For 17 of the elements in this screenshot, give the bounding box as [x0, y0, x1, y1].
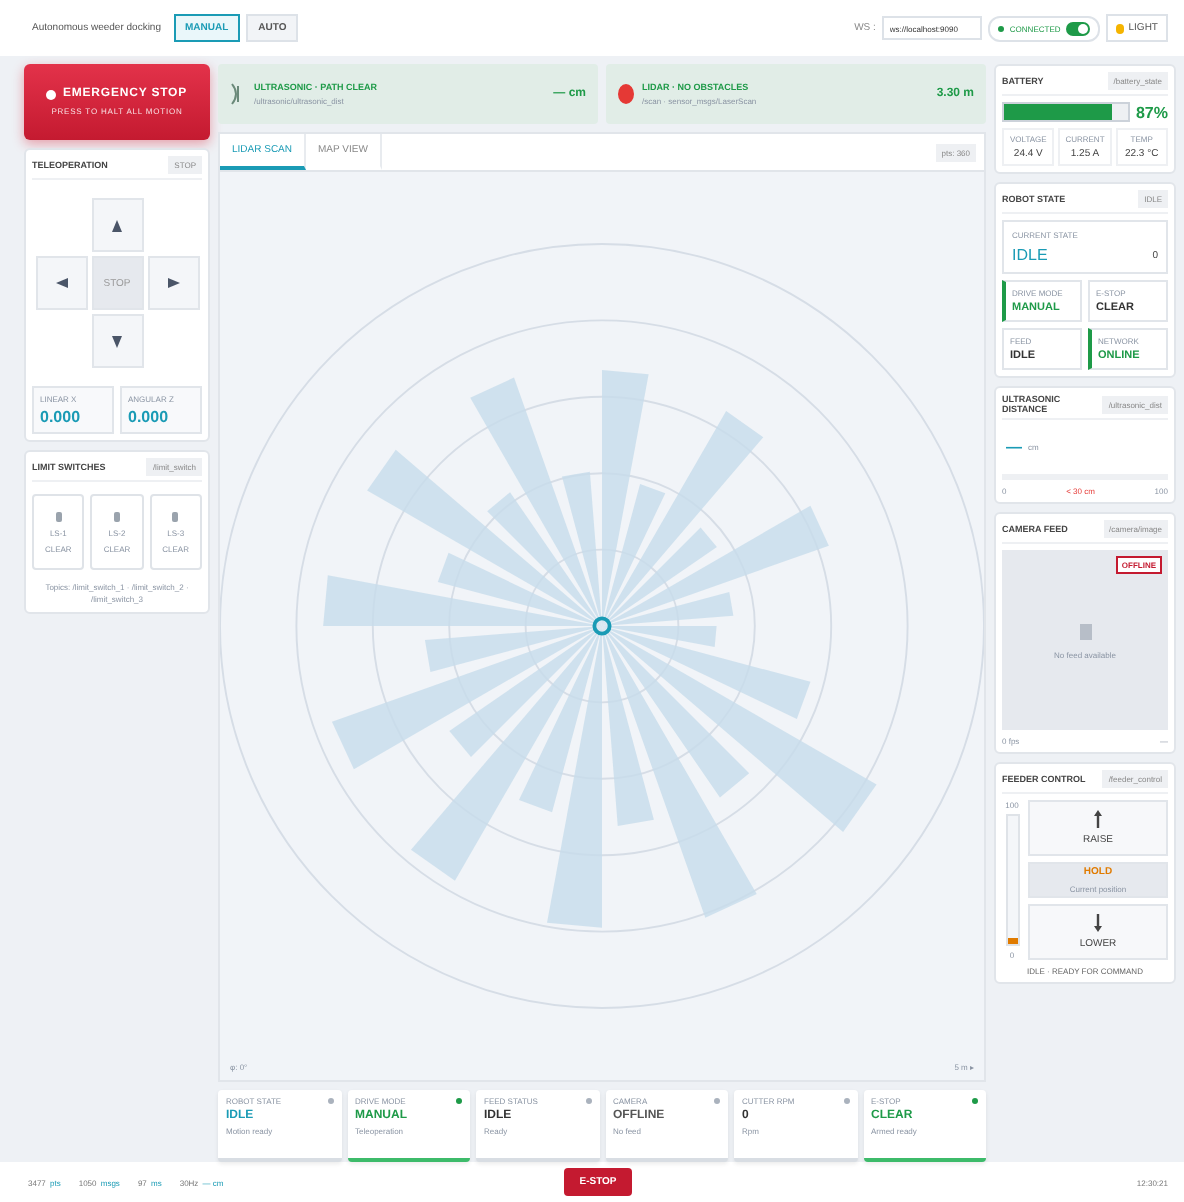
- down-arrow-icon: [112, 335, 122, 347]
- battery-bar: [1002, 102, 1130, 122]
- right-arrow-icon: [167, 278, 179, 288]
- feeder-gauge: [1005, 814, 1019, 946]
- backward-button[interactable]: [91, 314, 143, 368]
- battery-percent: 87%: [1135, 103, 1168, 121]
- forward-button[interactable]: [91, 198, 143, 252]
- left-button[interactable]: [35, 256, 87, 310]
- stop-icon: [46, 89, 57, 99]
- left-arrow-icon: [55, 278, 67, 288]
- down-arrow-icon: [1094, 914, 1102, 932]
- up-arrow-icon: [112, 219, 122, 231]
- camera-icon: [1077, 621, 1093, 641]
- alert-dot: [618, 84, 634, 104]
- distance-value: —: [1006, 438, 1022, 456]
- up-arrow-icon: [1094, 810, 1102, 828]
- right-button[interactable]: [147, 256, 199, 310]
